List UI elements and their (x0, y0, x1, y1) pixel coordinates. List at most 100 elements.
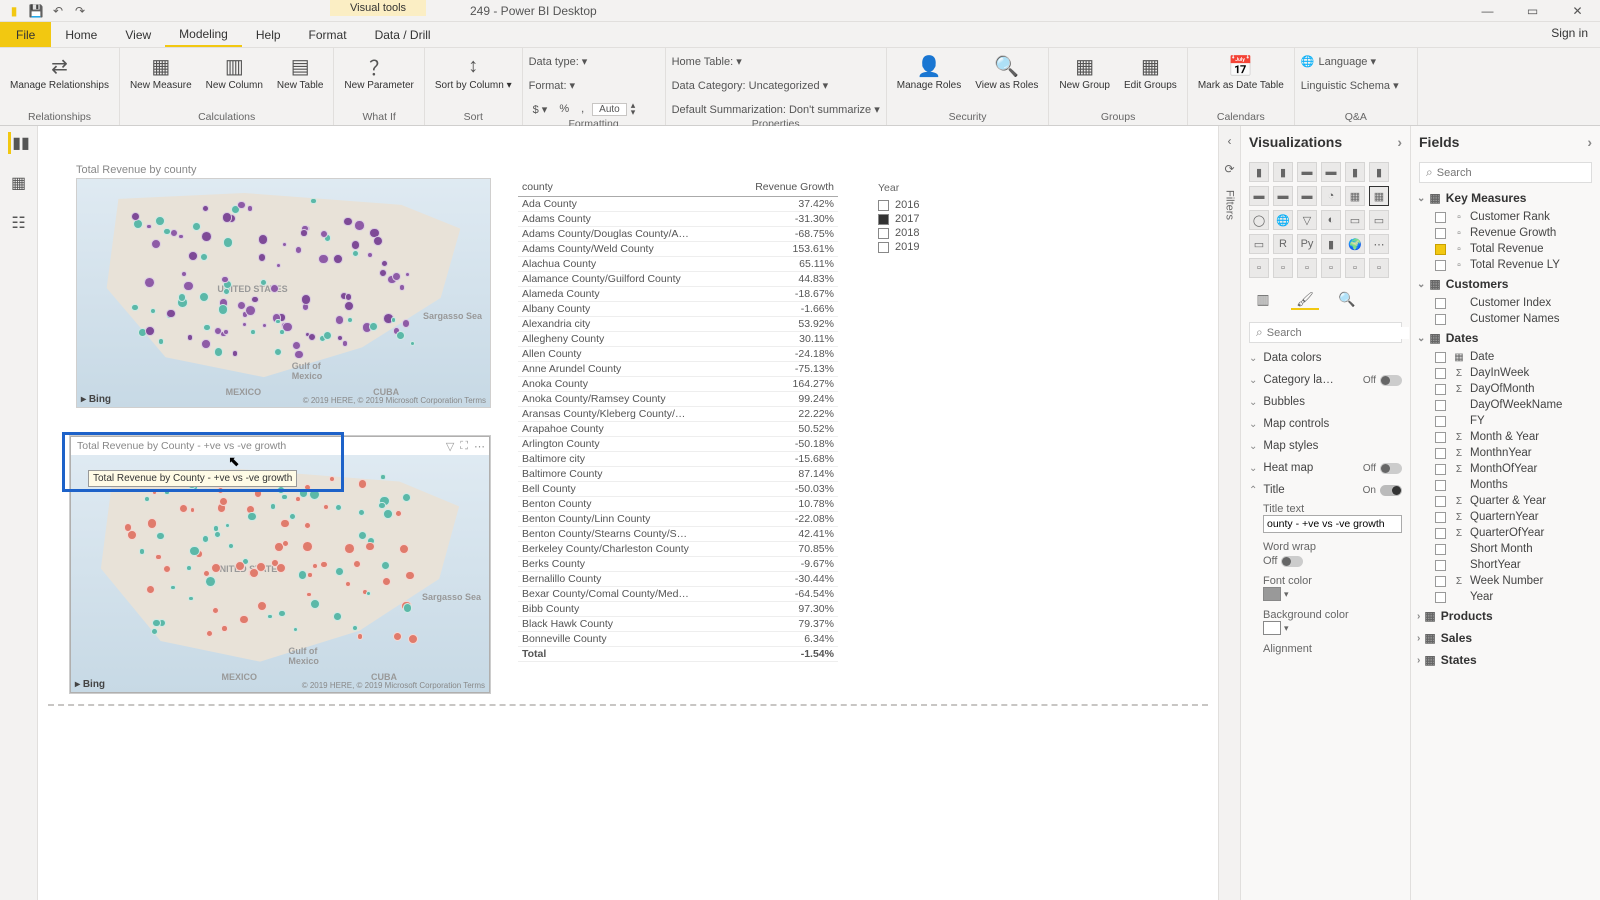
data-view-icon[interactable]: ▦ (8, 172, 30, 194)
viz-type-icon[interactable]: ▽ (1297, 210, 1317, 230)
field-item[interactable]: ΣWeek Number (1411, 573, 1600, 589)
filters-label[interactable]: Filters (1224, 190, 1236, 220)
fmt-title[interactable]: ⌃TitleOn (1241, 479, 1410, 501)
table-row[interactable]: Bernalillo County-30.44% (518, 572, 838, 587)
tab-datadrill[interactable]: Data / Drill (361, 22, 445, 47)
viz-type-icon[interactable]: ▬ (1273, 186, 1293, 206)
viz-type-icon[interactable]: ▬ (1297, 162, 1317, 182)
signin-link[interactable]: Sign in (1539, 22, 1600, 47)
field-item[interactable]: ΣMonthnYear (1411, 445, 1600, 461)
focus-icon[interactable]: ⛶ (460, 440, 468, 453)
table-row[interactable]: Baltimore city-15.68% (518, 452, 838, 467)
data-category-dropdown[interactable]: Data Category: Uncategorized ▾ (672, 76, 829, 94)
fmt-map-controls[interactable]: ⌄Map controls (1241, 413, 1410, 435)
field-item[interactable]: ▫Customer Rank (1411, 209, 1600, 225)
new-parameter-button[interactable]: ？New Parameter (340, 50, 417, 93)
viz-type-icon[interactable]: ◐ (1321, 210, 1341, 230)
table-row[interactable]: Alachua County65.11% (518, 257, 838, 272)
tab-file[interactable]: File (0, 22, 51, 47)
viz-type-icon[interactable]: ◯ (1249, 210, 1269, 230)
table-row[interactable]: Anoka County164.27% (518, 377, 838, 392)
viz-type-icon[interactable]: 🌐 (1273, 210, 1293, 230)
slicer-option[interactable]: 2019 (878, 240, 978, 254)
fields-table-keymeasures[interactable]: ⌄▦Key Measures (1411, 187, 1600, 209)
table-row[interactable]: Anoka County/Ramsey County99.24% (518, 392, 838, 407)
manage-roles-button[interactable]: 👤Manage Roles (893, 50, 965, 93)
field-item[interactable]: Customer Names (1411, 311, 1600, 327)
viz-type-icon[interactable]: 🌍 (1345, 234, 1365, 254)
table-row[interactable]: Allen County-24.18% (518, 347, 838, 362)
fmt-heat-map[interactable]: ⌄Heat mapOff (1241, 457, 1410, 479)
thousands-button[interactable]: , (577, 102, 588, 116)
viz-type-icon[interactable]: ◔ (1321, 186, 1341, 206)
fields-table-dates[interactable]: ⌄▦Dates (1411, 327, 1600, 349)
table-row[interactable]: Ada County37.42% (518, 197, 838, 212)
decimals-auto[interactable]: Auto (592, 103, 627, 116)
viz-type-icon[interactable]: R (1273, 234, 1293, 254)
analytics-tab-icon[interactable]: 🔍 (1333, 290, 1361, 310)
viz-type-icon[interactable]: ▮ (1273, 162, 1293, 182)
save-icon[interactable]: 💾 (28, 3, 44, 19)
table-row[interactable]: Bibb County97.30% (518, 602, 838, 617)
table-row[interactable]: Berks County-9.67% (518, 557, 838, 572)
model-view-icon[interactable]: ☷ (8, 212, 30, 234)
viz-type-icon[interactable]: ▮ (1369, 162, 1389, 182)
font-color-picker[interactable] (1263, 587, 1281, 601)
fmt-data-colors[interactable]: ⌄Data colors (1241, 347, 1410, 369)
new-table-button[interactable]: ▤New Table (273, 50, 328, 93)
tab-help[interactable]: Help (242, 22, 295, 47)
viz-type-icon[interactable]: ▫ (1345, 258, 1365, 278)
slicer-option[interactable]: 2018 (878, 226, 978, 240)
field-item[interactable]: Year (1411, 589, 1600, 605)
field-item[interactable]: DayOfWeekName (1411, 397, 1600, 413)
new-column-button[interactable]: ▥New Column (202, 50, 267, 93)
decimals-stepper[interactable]: ▴▾ (631, 102, 636, 116)
tab-format[interactable]: Format (295, 22, 361, 47)
fields-table-states[interactable]: ›▦States (1411, 649, 1600, 671)
table-row[interactable]: Alamance County/Guilford County44.83% (518, 272, 838, 287)
collapse-filters-icon[interactable]: ‹ (1228, 134, 1232, 148)
fmt-map-styles[interactable]: ⌄Map styles (1241, 435, 1410, 457)
tab-modeling[interactable]: Modeling (165, 22, 242, 47)
mark-date-table-button[interactable]: 📅Mark as Date Table (1194, 50, 1288, 93)
viz-type-icon[interactable]: ▭ (1249, 234, 1269, 254)
new-measure-button[interactable]: ▦New Measure (126, 50, 196, 93)
format-search-input[interactable] (1267, 327, 1409, 339)
viz-type-icon[interactable]: ▫ (1297, 258, 1317, 278)
table-row[interactable]: Alexandria city53.92% (518, 317, 838, 332)
title-text-input[interactable] (1263, 515, 1402, 533)
new-group-button[interactable]: ▦New Group (1055, 50, 1114, 93)
field-item[interactable]: ΣMonthOfYear (1411, 461, 1600, 477)
tab-view[interactable]: View (111, 22, 165, 47)
field-item[interactable]: Short Month (1411, 541, 1600, 557)
format-tab-icon[interactable]: 🖌 (1291, 290, 1319, 310)
table-row[interactable]: Benton County10.78% (518, 497, 838, 512)
field-item[interactable]: Months (1411, 477, 1600, 493)
field-item[interactable]: ▫Total Revenue LY (1411, 257, 1600, 273)
fields-table-sales[interactable]: ›▦Sales (1411, 627, 1600, 649)
datatype-dropdown[interactable]: Data type: ▾ (529, 52, 588, 70)
view-as-roles-button[interactable]: 🔍View as Roles (971, 50, 1042, 93)
viz-type-icon[interactable]: ▬ (1249, 186, 1269, 206)
maximize-icon[interactable]: ▭ (1510, 0, 1555, 22)
table-row[interactable]: Arlington County-50.18% (518, 437, 838, 452)
viz-type-icon[interactable]: ⋯ (1369, 234, 1389, 254)
field-item[interactable]: ΣQuarternYear (1411, 509, 1600, 525)
fields-search-input[interactable] (1437, 167, 1585, 179)
table-row[interactable]: Anne Arundel County-75.13% (518, 362, 838, 377)
slicer-option[interactable]: 2017 (878, 212, 978, 226)
viz-type-icon[interactable]: ▫ (1273, 258, 1293, 278)
undo-icon[interactable]: ↶ (50, 3, 66, 19)
viz-type-icon[interactable]: ▦ (1369, 186, 1389, 206)
table-row[interactable]: Bonneville County6.34% (518, 632, 838, 647)
field-item[interactable]: ΣMonth & Year (1411, 429, 1600, 445)
wordwrap-toggle[interactable] (1281, 556, 1303, 567)
viz-type-icon[interactable]: ▮ (1249, 162, 1269, 182)
redo-icon[interactable]: ↷ (72, 3, 88, 19)
fields-tab-icon[interactable]: ▥ (1249, 290, 1277, 310)
viz-type-icon[interactable]: ▦ (1345, 186, 1365, 206)
linguistic-schema-dropdown[interactable]: Linguistic Schema ▾ (1301, 76, 1399, 94)
home-table-dropdown[interactable]: Home Table: ▾ (672, 52, 742, 70)
percent-button[interactable]: % (555, 102, 573, 116)
field-item[interactable]: Customer Index (1411, 295, 1600, 311)
